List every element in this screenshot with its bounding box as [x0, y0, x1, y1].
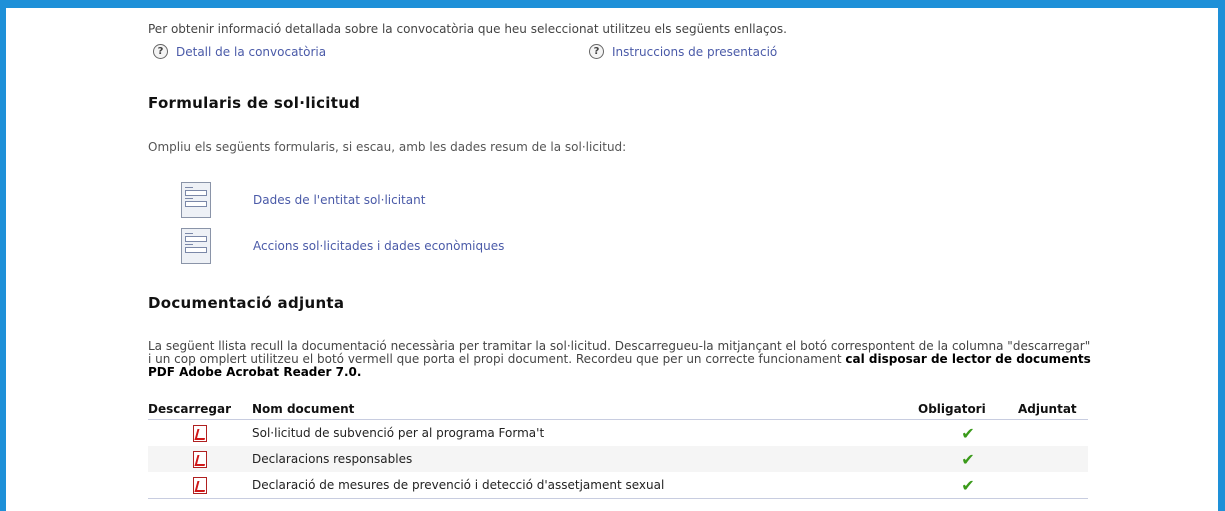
- instructions-link-label: Instruccions de presentació: [612, 44, 778, 59]
- pdf-icon[interactable]: [193, 476, 207, 494]
- form-icon: [181, 182, 211, 218]
- help-icon: ?: [153, 44, 168, 59]
- intro-text: Per obtenir informació detallada sobre l…: [148, 22, 787, 36]
- table-header-row: Descarregar Nom document Obligatori Adju…: [148, 400, 1088, 420]
- pdf-icon[interactable]: [193, 450, 207, 468]
- form-icon: [181, 228, 211, 264]
- column-header-required: Obligatori: [918, 400, 1018, 420]
- form-link-entity[interactable]: Dades de l'entitat sol·licitant: [253, 193, 425, 207]
- column-header-name: Nom document: [252, 400, 918, 420]
- form-item-entity[interactable]: Dades de l'entitat sol·licitant: [181, 182, 425, 218]
- docs-description: La següent llista recull la documentació…: [148, 340, 1093, 379]
- help-links-row: ? Detall de la convocatòria ? Instruccio…: [148, 44, 1093, 64]
- attached-cell: [1018, 420, 1088, 447]
- window-frame-right: [1218, 0, 1225, 511]
- documents-table: Descarregar Nom document Obligatori Adju…: [148, 400, 1088, 499]
- window-frame-top: [0, 0, 1225, 8]
- detail-link[interactable]: ? Detall de la convocatòria: [153, 44, 326, 59]
- forms-description: Ompliu els següents formularis, si escau…: [148, 140, 627, 154]
- form-item-actions[interactable]: Accions sol·licitades i dades econòmique…: [181, 228, 504, 264]
- window-frame-left: [0, 0, 6, 511]
- check-icon: ✔: [961, 449, 975, 469]
- check-icon: ✔: [961, 423, 975, 443]
- help-icon: ?: [589, 44, 604, 59]
- required-check: ✔: [918, 472, 1018, 499]
- instructions-link[interactable]: ? Instruccions de presentació: [589, 44, 777, 59]
- document-name: Declaració de mesures de prevenció i det…: [252, 472, 918, 499]
- docs-section-title: Documentació adjunta: [148, 294, 345, 312]
- check-icon: ✔: [961, 475, 975, 495]
- document-name: Declaracions responsables: [252, 446, 918, 472]
- attached-cell: [1018, 472, 1088, 499]
- table-row: Declaració de mesures de prevenció i det…: [148, 472, 1088, 499]
- column-header-download: Descarregar: [148, 400, 252, 420]
- attached-cell: [1018, 446, 1088, 472]
- table-row: Declaracions responsables ✔: [148, 446, 1088, 472]
- download-cell: [148, 420, 252, 447]
- download-cell: [148, 446, 252, 472]
- download-cell: [148, 472, 252, 499]
- table-row: Sol·licitud de subvenció per al programa…: [148, 420, 1088, 447]
- pdf-icon[interactable]: [193, 424, 207, 442]
- required-check: ✔: [918, 446, 1018, 472]
- forms-section-title: Formularis de sol·licitud: [148, 94, 361, 112]
- required-check: ✔: [918, 420, 1018, 447]
- form-link-actions[interactable]: Accions sol·licitades i dades econòmique…: [253, 239, 504, 253]
- detail-link-label: Detall de la convocatòria: [176, 44, 327, 59]
- main-content: Per obtenir informació detallada sobre l…: [148, 22, 1093, 499]
- column-header-attached: Adjuntat: [1018, 400, 1088, 420]
- document-name: Sol·licitud de subvenció per al programa…: [252, 426, 545, 440]
